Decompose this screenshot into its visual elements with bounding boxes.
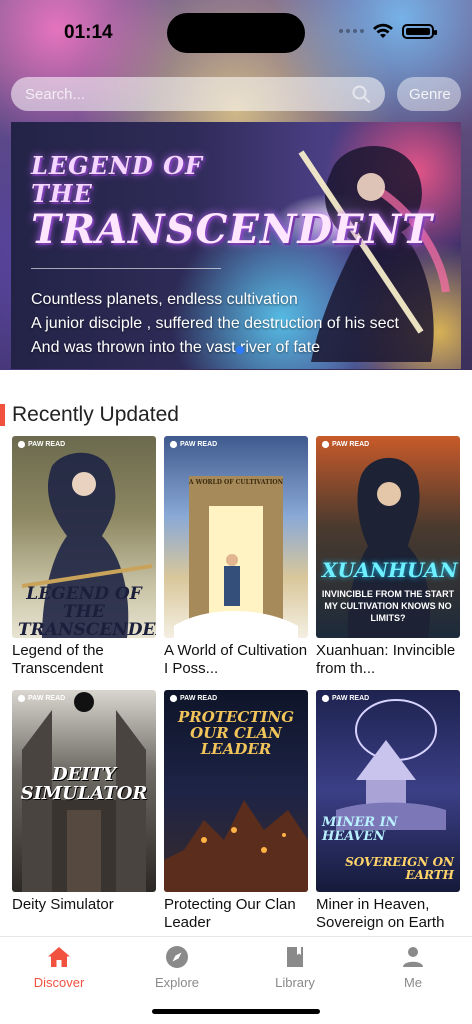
- book-cover[interactable]: PAW READ MINER IN HEAVEN SOVEREIGN ON EA…: [316, 690, 460, 892]
- genre-button[interactable]: Genre: [397, 77, 461, 111]
- tab-label: Library: [275, 975, 315, 990]
- banner-synopsis: Countless planets, endless cultivation A…: [31, 288, 461, 360]
- tab-label: Explore: [154, 975, 200, 990]
- book-card[interactable]: PAW READ XUANHUAN INVINCIBLE FROM THE ST…: [316, 436, 460, 678]
- banner-line: Countless planets, endless cultivation: [31, 291, 298, 308]
- home-indicator: [152, 1009, 320, 1014]
- book-card[interactable]: PAW READ A WORLD OF CULTIVATION A World …: [164, 436, 308, 678]
- publisher-logo: PAW READ: [17, 694, 65, 703]
- search-icon[interactable]: [351, 84, 371, 104]
- book-icon: [287, 947, 303, 967]
- book-title[interactable]: Xuanhuan: Invincible from th...: [316, 642, 460, 678]
- publisher-logo: PAW READ: [321, 440, 369, 449]
- book-title[interactable]: Protecting Our Clan Leader: [164, 896, 308, 932]
- publisher-logo: PAW READ: [169, 694, 217, 703]
- tab-label: Discover: [33, 975, 85, 990]
- book-title[interactable]: Miner in Heaven, Sovereign on Earth: [316, 896, 460, 932]
- cover-title: A WORLD OF CULTIVATION: [188, 479, 284, 486]
- section-title: Recently Updated: [12, 403, 179, 426]
- book-card[interactable]: PAW READ DEITY SIMULATOR Deity Simulator: [12, 690, 156, 914]
- cover-subtitle: SOVEREIGN ON EARTH: [345, 855, 454, 882]
- cover-title: PROTECTING OUR CLAN LEADER: [177, 708, 295, 758]
- book-card[interactable]: PAW READ LEGEND OF THE TRANSCENDENT Lege…: [12, 436, 156, 678]
- compass-icon: [166, 946, 188, 968]
- home-icon: [48, 947, 70, 967]
- publisher-logo: PAW READ: [169, 440, 217, 449]
- tab-me[interactable]: Me: [363, 945, 463, 990]
- cover-art: [174, 476, 298, 638]
- book-cover[interactable]: PAW READ XUANHUAN INVINCIBLE FROM THE ST…: [316, 436, 460, 638]
- book-cover[interactable]: PAW READ PROTECTING OUR CLAN LEADER: [164, 690, 308, 892]
- status-bar: 01:14: [0, 0, 472, 60]
- banner-title: LEGEND OF THE TRANSCENDENT: [31, 151, 433, 254]
- status-time: 01:14: [64, 22, 113, 43]
- section-header: Recently Updated: [0, 402, 179, 428]
- tab-explore[interactable]: Explore: [127, 945, 227, 990]
- search-input[interactable]: [25, 85, 351, 103]
- banner-title-line2: TRANSCENDENT: [31, 206, 433, 254]
- book-title[interactable]: A World of Cultivation I Poss...: [164, 642, 308, 678]
- cover-title: MINER IN HEAVEN: [322, 815, 398, 844]
- publisher-logo: PAW READ: [17, 440, 65, 449]
- featured-banner[interactable]: LEGEND OF THE TRANSCENDENT Countless pla…: [11, 122, 461, 369]
- tab-library[interactable]: Library: [245, 945, 345, 990]
- banner-line: And was thrown into the vast river of fa…: [31, 339, 321, 356]
- section-accent-bar: [0, 404, 5, 426]
- tab-discover[interactable]: Discover: [9, 945, 109, 990]
- book-cover[interactable]: PAW READ DEITY SIMULATOR: [12, 690, 156, 892]
- carousel-indicator[interactable]: [236, 346, 244, 354]
- search-box[interactable]: [11, 77, 385, 111]
- wifi-icon: [373, 23, 393, 38]
- banner-divider: [31, 268, 221, 269]
- book-title[interactable]: Deity Simulator: [12, 896, 156, 914]
- status-icons: [339, 22, 437, 40]
- banner-line: A junior disciple , suffered the destruc…: [31, 315, 399, 332]
- cellular-icon: [339, 29, 364, 33]
- cover-subtitle: INVINCIBLE FROM THE START MY CULTIVATION…: [321, 589, 455, 623]
- book-card[interactable]: PAW READ MINER IN HEAVEN SOVEREIGN ON EA…: [316, 690, 460, 932]
- book-cover[interactable]: PAW READ LEGEND OF THE TRANSCENDENT: [12, 436, 156, 638]
- dynamic-island: [167, 13, 305, 53]
- publisher-logo: PAW READ: [321, 694, 369, 703]
- battery-icon: [402, 23, 437, 39]
- book-card[interactable]: PAW READ PROTECTING OUR CLAN LEADER Prot…: [164, 690, 308, 932]
- cover-title: XUANHUAN: [322, 558, 458, 582]
- person-icon: [403, 947, 423, 967]
- banner-title-line1: LEGEND OF THE: [31, 151, 204, 208]
- cover-title: LEGEND OF THE TRANSCENDENT: [18, 584, 156, 638]
- search-row: Genre: [11, 77, 461, 111]
- tab-label: Me: [403, 975, 423, 990]
- book-cover[interactable]: PAW READ A WORLD OF CULTIVATION: [164, 436, 308, 638]
- cover-title: DEITY SIMULATOR: [20, 764, 148, 804]
- book-title[interactable]: Legend of the Transcendent: [12, 642, 156, 678]
